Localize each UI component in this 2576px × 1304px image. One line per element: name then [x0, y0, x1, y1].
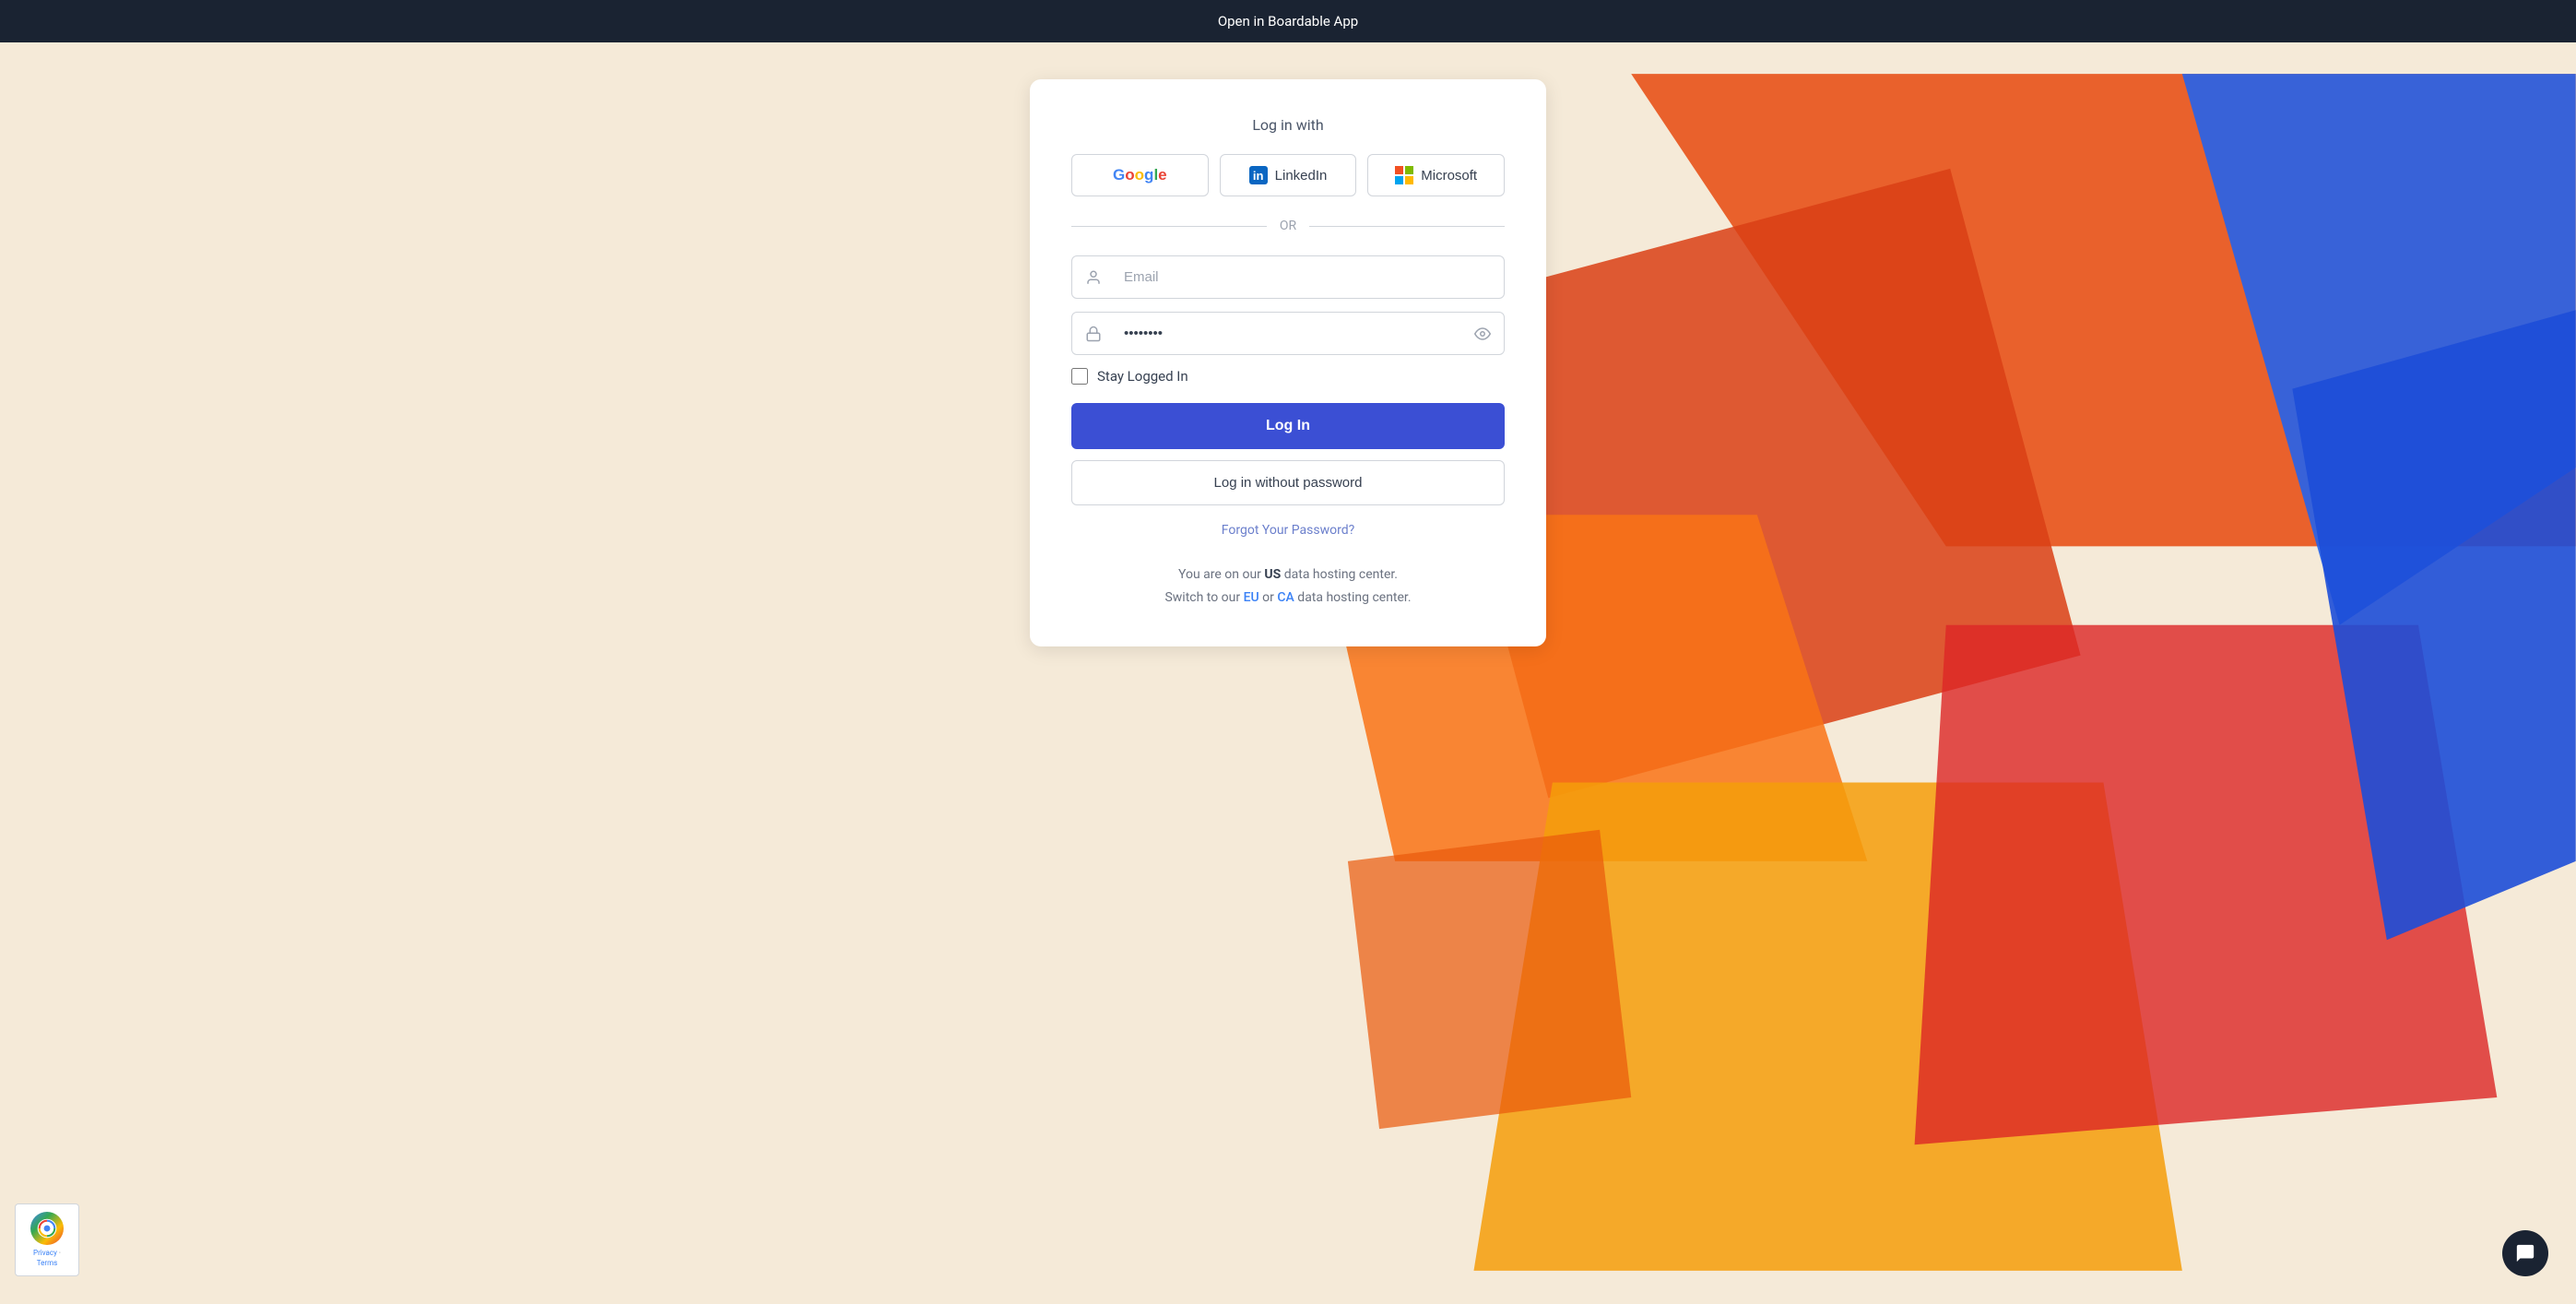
- linkedin-button-label: LinkedIn: [1275, 168, 1328, 184]
- hosting-eu-link[interactable]: EU: [1244, 590, 1259, 605]
- linkedin-icon: in: [1249, 166, 1268, 184]
- lock-icon: [1072, 326, 1115, 342]
- main-area: Log in with Google Google in LinkedIn: [0, 42, 2576, 1302]
- hosting-switch: Switch to our: [1164, 590, 1243, 605]
- hosting-text-1: You are on our: [1178, 567, 1264, 582]
- hosting-ca-link[interactable]: CA: [1277, 590, 1294, 605]
- google-login-button[interactable]: Google Google: [1071, 154, 1209, 196]
- data-hosting-info: You are on our US data hosting center. S…: [1071, 563, 1505, 610]
- hosting-or: or: [1262, 590, 1277, 605]
- or-divider: OR: [1071, 219, 1505, 233]
- microsoft-button-label: Microsoft: [1421, 168, 1477, 184]
- google-icon: Google: [1113, 166, 1167, 184]
- login-with-title: Log in with: [1071, 116, 1505, 134]
- microsoft-icon: [1395, 166, 1413, 184]
- microsoft-login-button[interactable]: Microsoft: [1367, 154, 1505, 196]
- privacy-link[interactable]: Privacy: [33, 1249, 57, 1257]
- stay-logged-in-label[interactable]: Stay Logged In: [1097, 368, 1188, 385]
- login-card: Log in with Google Google in LinkedIn: [1030, 79, 1546, 646]
- or-text: OR: [1280, 219, 1296, 233]
- stay-logged-in-row: Stay Logged In: [1071, 368, 1505, 385]
- password-input-group: [1071, 312, 1505, 355]
- login-without-password-button[interactable]: Log in without password: [1071, 460, 1505, 505]
- forgot-password-link[interactable]: Forgot Your Password?: [1222, 523, 1354, 538]
- linkedin-login-button[interactable]: in LinkedIn: [1220, 154, 1357, 196]
- user-icon: [1072, 269, 1115, 286]
- chat-widget-button[interactable]: [2502, 1230, 2548, 1276]
- login-button[interactable]: Log In: [1071, 403, 1505, 449]
- hosting-line-2: Switch to our EU or CA data hosting cent…: [1071, 587, 1505, 610]
- top-banner[interactable]: Open in Boardable App: [0, 0, 2576, 42]
- hosting-line-1: You are on our US data hosting center.: [1071, 563, 1505, 587]
- social-buttons-row: Google Google in LinkedIn Microsoft: [1071, 154, 1505, 196]
- password-field[interactable]: [1115, 313, 1461, 354]
- recaptcha-badge: Privacy · Terms: [15, 1203, 79, 1276]
- email-field[interactable]: [1115, 256, 1504, 298]
- email-input-group: [1071, 255, 1505, 299]
- hosting-text-3: data hosting center.: [1297, 590, 1411, 605]
- hosting-text-2: data hosting center.: [1284, 567, 1398, 582]
- recaptcha-text: Privacy · Terms: [25, 1249, 69, 1268]
- show-password-icon[interactable]: [1461, 326, 1504, 342]
- stay-logged-in-checkbox[interactable]: [1071, 368, 1088, 385]
- hosting-us: US: [1264, 567, 1281, 582]
- recaptcha-logo: [30, 1212, 64, 1245]
- forgot-password-section: Forgot Your Password?: [1071, 520, 1505, 538]
- terms-link[interactable]: Terms: [37, 1259, 57, 1267]
- recaptcha-separator: ·: [59, 1249, 61, 1257]
- banner-label: Open in Boardable App: [1218, 13, 1358, 30]
